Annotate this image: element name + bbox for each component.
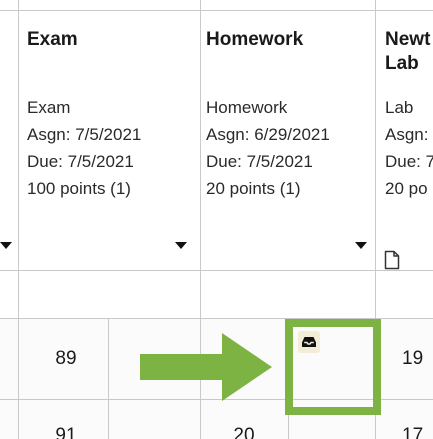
gradebook-grid: Exam Exam Asgn: 7/5/2021 Due: 7/5/2021 1… xyxy=(0,0,433,439)
column-title-line: Newt xyxy=(385,29,431,50)
column-details: Lab Asgn: Due: 7 20 po xyxy=(385,94,433,202)
column-divider xyxy=(18,0,19,439)
column-title[interactable]: Newt Lab xyxy=(385,28,430,76)
subcell-divider xyxy=(108,319,109,439)
column-category: Homework xyxy=(206,98,288,117)
header-bottom-border xyxy=(0,270,433,271)
header-top-border xyxy=(0,10,433,11)
grade-cell-exam[interactable]: 91 xyxy=(44,424,88,439)
column-category: Exam xyxy=(27,98,71,117)
column-due-date: Due: 7/5/2021 xyxy=(206,152,313,171)
column-points: 20 points (1) xyxy=(206,179,301,198)
column-assigned-date: Asgn: 7/5/2021 xyxy=(27,125,142,144)
column-points: 100 points (1) xyxy=(27,179,131,198)
column-assigned-date: Asgn: xyxy=(385,125,429,144)
column-title[interactable]: Exam xyxy=(27,28,78,52)
grade-cell-lab[interactable]: 19 xyxy=(402,347,433,371)
column-title-line: Lab xyxy=(385,53,419,74)
grade-cell-exam[interactable]: 89 xyxy=(44,347,88,371)
column-due-date: Due: 7 xyxy=(385,152,433,171)
column-title[interactable]: Homework xyxy=(206,28,303,52)
column-details: Exam Asgn: 7/5/2021 Due: 7/5/2021 100 po… xyxy=(27,94,141,202)
chevron-down-icon[interactable] xyxy=(355,242,367,249)
grade-cell-lab[interactable]: 17 xyxy=(402,424,433,439)
column-due-date: Due: 7/5/2021 xyxy=(27,152,134,171)
column-assigned-date: Asgn: 6/29/2021 xyxy=(206,125,330,144)
arrow-right-icon xyxy=(140,333,272,401)
document-icon[interactable] xyxy=(384,250,400,270)
column-menu-dropdown[interactable] xyxy=(0,242,12,249)
grade-cell-homework[interactable]: 20 xyxy=(222,424,266,439)
column-points: 20 po xyxy=(385,179,428,198)
column-details: Homework Asgn: 6/29/2021 Due: 7/5/2021 2… xyxy=(206,94,330,202)
chevron-down-icon[interactable] xyxy=(175,242,187,249)
highlight-box xyxy=(285,319,381,415)
column-category: Lab xyxy=(385,98,414,117)
